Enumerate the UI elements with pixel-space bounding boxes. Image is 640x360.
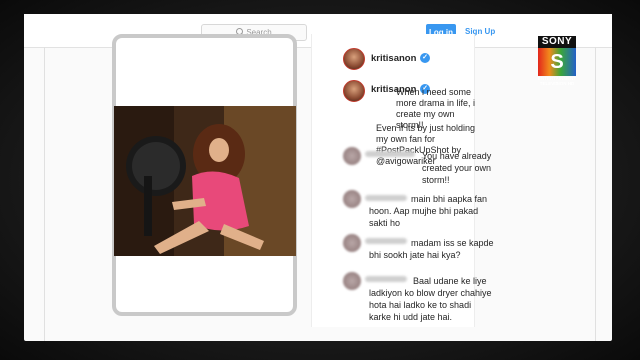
profile-avatar[interactable] [343,48,365,70]
commenter-avatar[interactable] [343,234,361,252]
comment-text: Baal udane ke liye ladkiyon ko blow drye… [369,276,492,322]
comment-text: madam iss se kapde bhi sookh jate hai ky… [369,238,494,260]
header-username[interactable]: kritisanon [371,53,416,64]
caption-avatar[interactable] [343,80,365,102]
post-photo[interactable] [114,106,296,256]
comment-text: main bhi aapka fan hoon. Aap mujhe bhi p… [369,194,488,228]
verified-icon: ✓ [420,53,430,63]
commenter-avatar[interactable] [343,272,361,290]
channel-tag: HD [567,81,575,86]
photo-illustration [114,106,296,256]
commenter-avatar[interactable] [343,190,361,208]
channel-subtitle: ENTERTAINMENT TELEVISION HD [538,76,576,86]
left-divider [44,47,45,341]
channel-logo: SONY S ENTERTAINMENT TELEVISION HD [538,36,576,86]
channel-brand: SONY [538,36,576,48]
right-divider [595,47,596,341]
commenter-avatar[interactable] [343,147,361,165]
comment-text: You have already created your own storm!… [422,151,492,185]
channel-mark-icon: S [538,48,576,76]
commenter-name-blurred [365,151,415,157]
